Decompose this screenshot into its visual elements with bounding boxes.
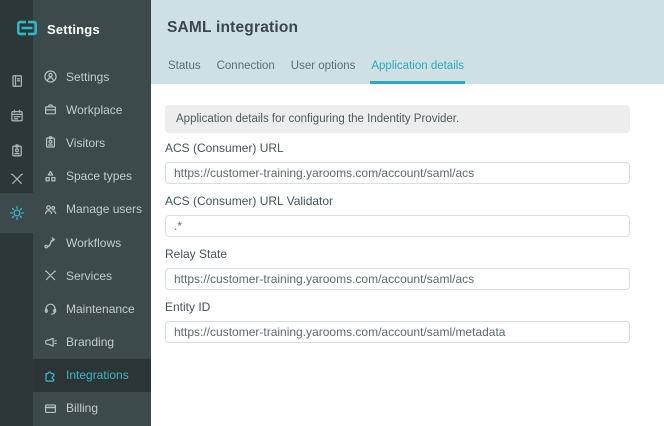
sidebar-item-label: Visitors — [66, 136, 105, 150]
briefcase-icon — [43, 102, 58, 117]
rail-visitor-badge-button[interactable] — [0, 143, 33, 159]
acs-consumer-url-input[interactable] — [165, 162, 630, 184]
calendar-icon — [9, 108, 25, 124]
visitor-badge-icon — [9, 143, 25, 159]
tab-user-options[interactable]: User options — [290, 60, 357, 84]
field-acs-consumer-url-validator: ACS (Consumer) URL Validator — [165, 194, 630, 237]
workflow-icon — [43, 235, 58, 250]
field-label: Entity ID — [165, 300, 630, 314]
sidebar-item-integrations[interactable]: Integrations — [33, 359, 151, 392]
rail-reports-button[interactable] — [0, 73, 33, 89]
page-title: SAML integration — [167, 0, 664, 37]
puzzle-icon — [43, 368, 58, 383]
id-badge-icon — [43, 135, 58, 150]
field-label: Relay State — [165, 247, 630, 261]
entity-id-input[interactable] — [165, 321, 630, 343]
credit-card-icon — [43, 401, 58, 416]
megaphone-icon — [43, 335, 58, 350]
sidebar-title: Settings — [47, 22, 100, 37]
icon-rail — [0, 0, 33, 426]
app-window: Settings Settings Workplace Visitors Space … — [0, 0, 664, 426]
tab-status[interactable]: Status — [167, 60, 202, 84]
tools-icon — [43, 268, 58, 283]
rail-gear-button[interactable] — [0, 205, 33, 221]
sidebar-item-billing[interactable]: Billing — [33, 392, 151, 425]
field-relay-state: Relay State — [165, 247, 630, 290]
rail-calendar-button[interactable] — [0, 108, 33, 124]
settings-sidebar: Settings Settings Workplace Visitors Space … — [33, 0, 151, 426]
reports-icon — [9, 73, 25, 89]
sidebar-item-space-types[interactable]: Space types — [33, 160, 151, 193]
users-icon — [43, 202, 58, 217]
sidebar-item-label: Settings — [66, 70, 109, 84]
relay-state-input[interactable] — [165, 268, 630, 290]
field-label: ACS (Consumer) URL — [165, 141, 630, 155]
gear-icon — [9, 205, 25, 221]
sidebar-item-settings[interactable]: Settings — [33, 60, 151, 93]
field-acs-consumer-url: ACS (Consumer) URL — [165, 141, 630, 184]
sidebar-item-services[interactable]: Services — [33, 259, 151, 292]
sidebar-item-workflows[interactable]: Workflows — [33, 226, 151, 259]
headset-icon — [43, 301, 58, 316]
main-area: SAML integration Status Connection User op… — [151, 0, 664, 426]
tab-connection[interactable]: Connection — [216, 60, 276, 84]
sidebar-item-branding[interactable]: Branding — [33, 326, 151, 359]
person-circle-icon — [43, 69, 58, 84]
sidebar-item-label: Services — [66, 269, 112, 283]
sidebar-item-label: Integrations — [66, 368, 129, 382]
shapes-icon — [43, 169, 58, 184]
sidebar-item-label: Branding — [66, 335, 114, 349]
sidebar-item-maintenance[interactable]: Maintenance — [33, 292, 151, 325]
sidebar-item-label: Workflows — [66, 236, 121, 250]
sidebar-item-label: Space types — [66, 169, 132, 183]
page-header: SAML integration Status Connection User op… — [151, 0, 664, 84]
sidebar-item-label: Manage users — [66, 202, 142, 216]
sidebar-item-workplace[interactable]: Workplace — [33, 93, 151, 126]
sidebar-nav: Settings Workplace Visitors Space types Mana… — [33, 60, 151, 425]
field-entity-id: Entity ID — [165, 300, 630, 343]
sidebar-item-label: Workplace — [66, 103, 122, 117]
tab-bar: Status Connection User options Application … — [167, 60, 479, 84]
sidebar-item-label: Maintenance — [66, 302, 135, 316]
tools-icon — [9, 171, 25, 187]
tab-application-details[interactable]: Application details — [370, 60, 465, 84]
acs-consumer-url-validator-input[interactable] — [165, 215, 630, 237]
sidebar-item-manage-users[interactable]: Manage users — [33, 193, 151, 226]
field-label: ACS (Consumer) URL Validator — [165, 194, 630, 208]
info-banner: Application details for configuring the … — [165, 105, 630, 133]
rail-tools-button[interactable] — [0, 171, 33, 187]
sidebar-item-label: Billing — [66, 401, 98, 415]
yarooms-logo[interactable] — [14, 17, 40, 39]
sidebar-item-visitors[interactable]: Visitors — [33, 126, 151, 159]
form-content: Application details for configuring the … — [151, 105, 664, 343]
